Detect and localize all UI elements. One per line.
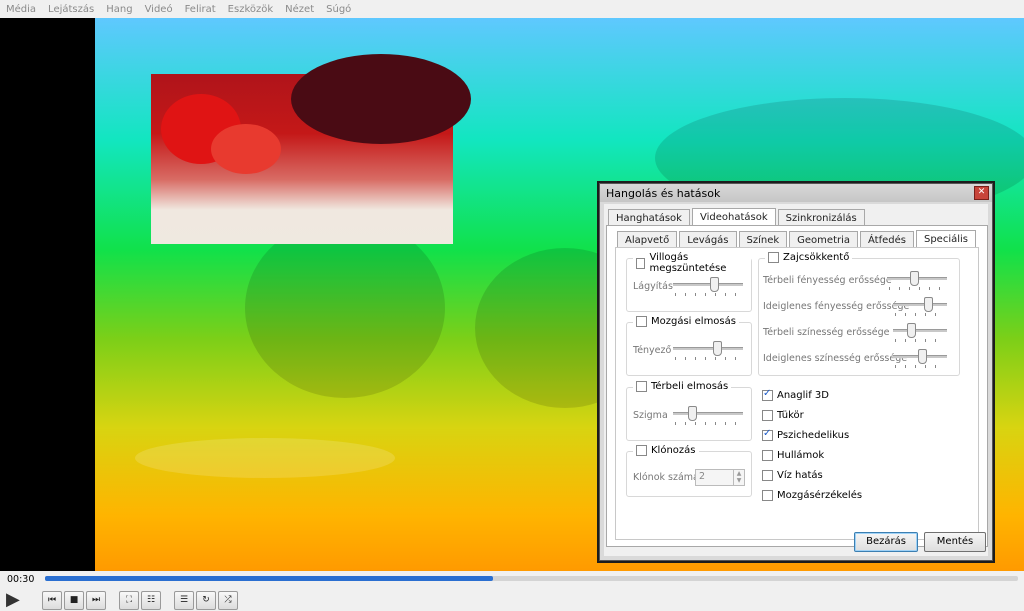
psychedelic-label: Pszichedelikus (777, 430, 850, 441)
close-icon[interactable]: ✕ (974, 186, 989, 200)
water-effect-option[interactable]: Víz hatás (762, 470, 823, 481)
dialog-titlebar[interactable]: Hangolás és hatások ✕ (600, 184, 992, 202)
sigma-slider[interactable] (673, 405, 743, 425)
seek-bar[interactable] (45, 576, 1018, 581)
seek-progress (45, 576, 493, 581)
anaglyph-3d-label: Anaglif 3D (777, 390, 829, 401)
slider-thumb (713, 341, 722, 356)
stop-icon[interactable]: ■ (64, 591, 84, 610)
temporal-luma-label: Ideiglenes fényesség erőssége (763, 301, 910, 312)
menu-subtitle[interactable]: Felirat (179, 4, 222, 15)
anaglyph-3d-option[interactable]: Anaglif 3D (762, 388, 829, 401)
slider-thumb (688, 406, 697, 421)
flicker-checkbox[interactable] (636, 257, 646, 269)
close-button[interactable]: Bezárás (854, 532, 918, 552)
factor-slider[interactable] (673, 340, 743, 360)
slider-thumb (918, 349, 927, 364)
dialog-body: Hanghatások Videohatások Szinkronizálás … (604, 204, 988, 556)
waves-label: Hullámok (777, 450, 825, 461)
motion-blur-label: Mozgási elmosás (651, 316, 736, 327)
spatial-chroma-slider[interactable] (893, 322, 947, 342)
menu-tools[interactable]: Eszközök (222, 4, 280, 15)
dialog-title: Hangolás és hatások (606, 186, 721, 200)
flicker-label: Villogás megszüntetése (649, 252, 727, 274)
overlay-image (151, 54, 471, 244)
factor-label: Tényező (633, 345, 672, 356)
psychedelic-option[interactable]: Pszichedelikus (762, 428, 850, 441)
psychedelic-checkbox[interactable] (762, 428, 773, 441)
next-icon[interactable]: ⏭ (86, 591, 106, 610)
spatial-luma-slider[interactable] (887, 270, 947, 290)
slider-thumb (710, 277, 719, 292)
fullscreen-icon[interactable]: ⛶ (119, 591, 139, 610)
water-effect-label: Víz hatás (777, 470, 823, 481)
slider-thumb (907, 323, 916, 338)
menu-view[interactable]: Nézet (279, 4, 320, 15)
motion-detect-checkbox[interactable] (762, 490, 773, 501)
anaglyph-3d-checkbox[interactable] (762, 388, 773, 401)
clone-checkbox[interactable] (636, 445, 647, 456)
waves-option[interactable]: Hullámok (762, 450, 824, 461)
temporal-luma-slider[interactable] (893, 296, 947, 316)
save-button[interactable]: Mentés (924, 532, 986, 552)
spatial-chroma-label: Térbeli színesség erőssége (763, 327, 890, 338)
elapsed-time: 00:30 (7, 574, 35, 585)
motion-blur-checkbox[interactable] (636, 316, 647, 327)
denoise-checkbox[interactable] (768, 252, 779, 263)
motion-detect-option[interactable]: Mozgásérzékelés (762, 490, 862, 501)
menu-help[interactable]: Súgó (320, 4, 357, 15)
temporal-chroma-slider[interactable] (893, 348, 947, 368)
clone-count-label: Klónok száma (633, 472, 699, 483)
menu-playback[interactable]: Lejátszás (42, 4, 100, 15)
clone-count-value: 2 (699, 471, 706, 482)
previous-icon[interactable]: ⏮ (42, 591, 62, 610)
sigma-label: Szigma (633, 410, 668, 421)
menu-audio[interactable]: Hang (100, 4, 138, 15)
temporal-chroma-label: Ideiglenes színesség erőssége (763, 353, 908, 364)
mirror-option[interactable]: Tükör (762, 410, 804, 421)
slider-thumb (910, 271, 919, 286)
adjustments-dialog: Hangolás és hatások ✕ Hanghatások Videoh… (599, 183, 993, 561)
clone-group: Klónozás Klónok száma 2 ▲ ▼ (626, 445, 752, 497)
video-effects-panel: Alapvető Levágás Színek Geometria Átfedé… (606, 225, 988, 547)
slider-thumb (924, 297, 933, 312)
spatial-luma-label: Térbeli fényesség erőssége (763, 275, 892, 286)
softening-slider[interactable] (673, 276, 743, 296)
clone-label: Klónozás (651, 445, 696, 456)
denoise-label: Zajcsökkentő (783, 252, 850, 263)
mirror-label: Tükör (777, 410, 804, 421)
waves-checkbox[interactable] (762, 450, 773, 461)
denoise-group: Zajcsökkentő Térbeli fényesség erőssége … (758, 252, 960, 376)
play-icon[interactable]: ▶ (6, 589, 20, 610)
flicker-group: Villogás megszüntetése Lágyítás (626, 252, 752, 312)
motion-blur-group: Mozgási elmosás Tényező (626, 316, 752, 376)
loop-icon[interactable]: ↻ (196, 591, 216, 610)
shuffle-icon[interactable]: ⤮ (218, 591, 238, 610)
spatial-blur-group: Térbeli elmosás Szigma (626, 381, 752, 441)
motion-detect-label: Mozgásérzékelés (777, 490, 863, 501)
menu-bar: Média Lejátszás Hang Videó Felirat Eszkö… (0, 0, 1024, 18)
playlist-icon[interactable]: ☰ (174, 591, 194, 610)
advanced-panel: Villogás megszüntetése Lágyítás Mozgási … (615, 247, 979, 540)
spatial-blur-label: Térbeli elmosás (651, 381, 729, 392)
spatial-blur-checkbox[interactable] (636, 381, 647, 392)
water-effect-checkbox[interactable] (762, 470, 773, 481)
mirror-checkbox[interactable] (762, 410, 773, 421)
spin-arrows-icon[interactable]: ▲ ▼ (733, 470, 744, 485)
equalizer-icon[interactable]: ☷ (141, 591, 161, 610)
clone-count-spinbox[interactable]: 2 ▲ ▼ (695, 469, 745, 486)
softening-label: Lágyítás (633, 281, 673, 292)
menu-video[interactable]: Videó (139, 4, 179, 15)
menu-media[interactable]: Média (0, 4, 42, 15)
